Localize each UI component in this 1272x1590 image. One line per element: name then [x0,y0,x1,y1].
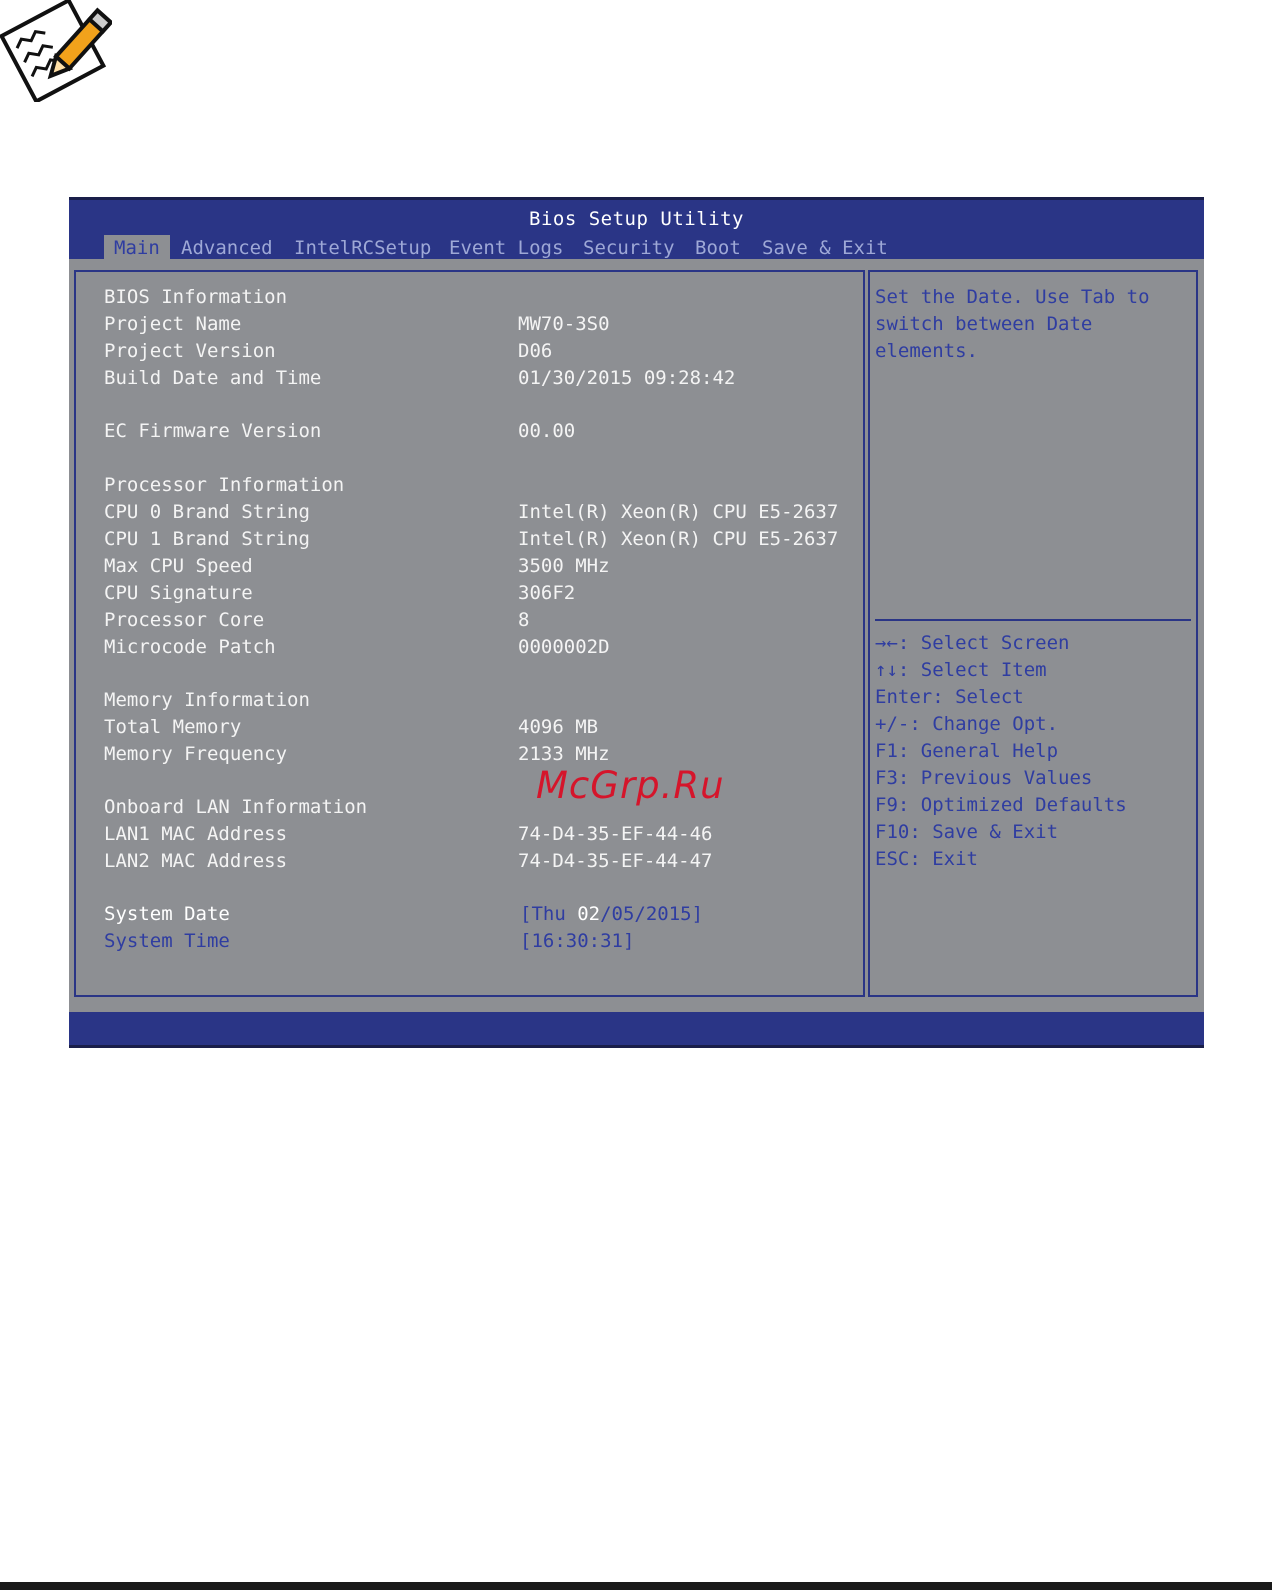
microcode-patch-label: Microcode Patch [104,636,276,658]
tab-save-exit[interactable]: Save & Exit [752,235,898,261]
total-memory-value: 4096 MB [518,716,599,738]
max-cpu-speed-label: Max CPU Speed [104,555,253,577]
key-hint-esc: ESC: Exit [875,848,978,870]
key-hint-f10: F10: Save & Exit [875,821,1059,843]
watermark: McGrp.Ru [536,764,725,807]
cpu-signature-label: CPU Signature [104,582,253,604]
max-cpu-speed-value: 3500 MHz [518,555,610,577]
system-date-day-year[interactable]: /05/2015] [600,903,703,925]
processor-core-label: Processor Core [104,609,265,631]
lan1-mac-label: LAN1 MAC Address [104,823,288,845]
lan2-mac-value: 74-D4-35-EF-44-47 [518,850,713,872]
lan1-mac-value: 74-D4-35-EF-44-46 [518,823,713,845]
key-hint-f9: F9: Optimized Defaults [875,794,1127,816]
cpu1-brand-label: CPU 1 Brand String [104,528,310,550]
note-pencil-icon [0,0,112,102]
ec-firmware-value: 00.00 [518,420,576,442]
cpu0-brand-value: Intel(R) Xeon(R) CPU E5-2637 [518,501,839,523]
memory-frequency-value: 2133 MHz [518,743,610,765]
processor-core-value: 8 [518,609,530,631]
system-date-field[interactable]: [Thu 02/05/2015] [520,903,703,925]
help-divider [875,619,1191,621]
build-date-label: Build Date and Time [104,367,322,389]
cpu1-brand-value: Intel(R) Xeon(R) CPU E5-2637 [518,528,839,550]
section-lan-info: Onboard LAN Information [104,796,368,818]
lan2-mac-label: LAN2 MAC Address [104,850,288,872]
system-date-month[interactable]: 02 [577,903,600,925]
help-text-line: Set the Date. Use Tab to [875,286,1150,308]
help-text-line: switch between Date [875,313,1093,335]
project-version-value: D06 [518,340,553,362]
tab-advanced[interactable]: Advanced [171,235,283,261]
key-hint-f1: F1: General Help [875,740,1059,762]
section-processor-info: Processor Information [104,474,345,496]
window-title: Bios Setup Utility [529,208,744,230]
build-date-value: 01/30/2015 09:28:42 [518,367,736,389]
project-name-label: Project Name [104,313,242,335]
key-hint-select-item: ↑↓: Select Item [875,659,1047,681]
memory-frequency-label: Memory Frequency [104,743,288,765]
bios-header: Bios Setup Utility Main Advanced IntelRC… [69,197,1204,261]
cpu-signature-value: 306F2 [518,582,576,604]
tab-event-logs[interactable]: Event Logs [439,235,573,261]
bios-footer [69,1012,1204,1048]
project-name-value: MW70-3S0 [518,313,610,335]
tab-security[interactable]: Security [573,235,685,261]
microcode-patch-value: 0000002D [518,636,610,658]
section-bios-info: BIOS Information [104,286,288,308]
help-panel: Set the Date. Use Tab to switch between … [868,270,1198,997]
key-hint-f3: F3: Previous Values [875,767,1093,789]
ec-firmware-label: EC Firmware Version [104,420,322,442]
bios-window: Bios Setup Utility Main Advanced IntelRC… [69,197,1204,1048]
section-memory-info: Memory Information [104,689,310,711]
system-time-label[interactable]: System Time [104,930,230,952]
system-date-label[interactable]: System Date [104,903,230,925]
tab-boot[interactable]: Boot [685,235,751,261]
project-version-label: Project Version [104,340,276,362]
tab-intelrcsetup[interactable]: IntelRCSetup [284,235,441,261]
key-hint-change-opt: +/-: Change Opt. [875,713,1059,735]
page-bottom-rule [0,1582,1272,1590]
help-text-line: elements. [875,340,978,362]
tab-main[interactable]: Main [104,235,170,261]
key-hint-select-screen: →←: Select Screen [875,632,1070,654]
system-time-field[interactable]: [16:30:31] [520,930,634,952]
cpu0-brand-label: CPU 0 Brand String [104,501,310,523]
main-panel: BIOS Information Project Name MW70-3S0 P… [74,270,865,997]
system-date-weekday: [Thu [520,903,578,925]
key-hint-enter: Enter: Select [875,686,1024,708]
total-memory-label: Total Memory [104,716,242,738]
